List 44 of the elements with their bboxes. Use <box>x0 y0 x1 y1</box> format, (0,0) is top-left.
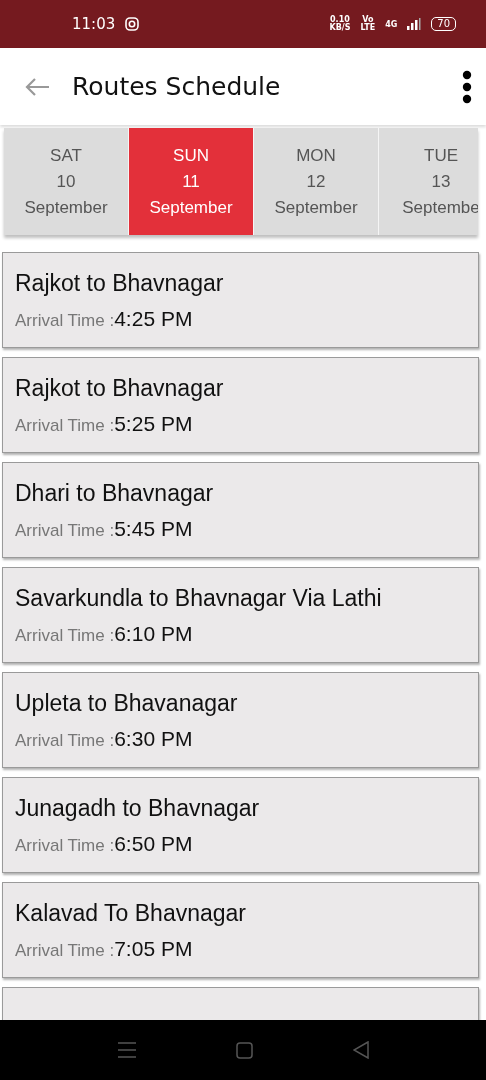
date-tab[interactable]: SAT 10 September <box>4 128 129 235</box>
route-card[interactable]: Rajkot to Bhavnagar Arrival Time :4:25 PM <box>2 252 479 348</box>
arrival-time: 5:25 PM <box>114 411 193 436</box>
arrival-time: 7:05 PM <box>114 936 193 961</box>
arrival-time: 6:30 PM <box>114 726 193 751</box>
arrival-label: Arrival Time : <box>15 835 115 856</box>
home-icon[interactable] <box>235 1041 253 1059</box>
route-card[interactable]: Dhari to Bhavnagar Arrival Time :5:45 PM <box>2 462 479 558</box>
network-speed: 0.10 KB/S <box>329 16 351 32</box>
route-card[interactable]: Kalavad To Bhavnagar Arrival Time :7:05 PM <box>2 882 479 978</box>
arrival-time: 4:25 PM <box>114 306 193 331</box>
route-name: Kalavad To Bhavnagar <box>15 899 248 927</box>
route-card[interactable]: Junagadh to Bhavnagar Arrival Time :6:50 PM <box>2 777 479 873</box>
back-icon[interactable] <box>352 1041 369 1059</box>
date-tab[interactable]: SUN 11 September <box>129 128 254 235</box>
battery-level: 70 <box>431 17 456 31</box>
route-card[interactable]: Upleta to Bhavanagar Arrival Time :6:30 PM <box>2 672 479 768</box>
more-options-icon[interactable] <box>462 69 472 104</box>
route-name: Rajkot to Bhavnagar <box>15 374 225 402</box>
arrival-label: Arrival Time : <box>15 310 115 331</box>
route-name: Dhari to Bhavnagar <box>15 479 215 507</box>
route-card[interactable]: Rajkot to Bhavnagar Arrival Time :5:25 PM <box>2 357 479 453</box>
arrival-time: 5:45 PM <box>114 516 193 541</box>
arrival-label: Arrival Time : <box>15 415 115 436</box>
screen-title: Routes Schedule <box>72 72 282 101</box>
arrival-label: Arrival Time : <box>15 730 115 751</box>
route-name: Junagadh to Bhavnagar <box>15 794 261 822</box>
arrival-time: 6:10 PM <box>114 621 193 646</box>
date-tab[interactable]: MON 12 September <box>254 128 379 235</box>
arrival-time: 6:50 PM <box>114 831 193 856</box>
route-name: Upleta to Bhavanagar <box>15 689 239 717</box>
menu-icon[interactable] <box>117 1042 136 1058</box>
back-arrow-icon[interactable] <box>24 76 50 97</box>
status-time: 11:03 <box>72 15 116 33</box>
route-name: Savarkundla to Bhavnagar Via Lathi <box>15 584 383 612</box>
route-card[interactable]: Savarkundla to Bhavnagar Via Lathi Arrival Time :6:10 PM <box>2 567 479 663</box>
volte-indicator: Vo LTE <box>360 16 376 32</box>
camera-icon <box>125 17 140 31</box>
arrival-label: Arrival Time : <box>15 940 115 961</box>
arrival-label: Arrival Time : <box>15 520 115 541</box>
network-type: 4G <box>385 19 398 29</box>
signal-icon <box>407 18 422 30</box>
route-name: Rajkot to Bhavnagar <box>15 269 225 297</box>
arrival-label: Arrival Time : <box>15 625 115 646</box>
